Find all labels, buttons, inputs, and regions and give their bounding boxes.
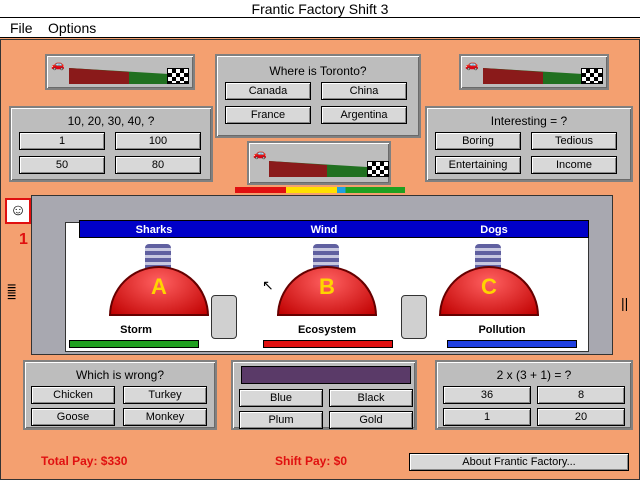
answer-button[interactable]: 50 (19, 156, 105, 174)
question-text: 2 x (3 + 1) = ? (496, 368, 572, 382)
race-ramp-icon (69, 68, 169, 84)
machine-letter: A (151, 274, 167, 299)
lives-count: 1 (19, 231, 28, 248)
answer-button[interactable]: Blue (239, 389, 323, 407)
race-car-icon: 🚗 (253, 148, 267, 160)
answer-button[interactable]: Goose (31, 408, 115, 426)
race-car-icon: 🚗 (51, 59, 65, 71)
answer-button[interactable]: Boring (435, 132, 521, 150)
vent-icon: || (621, 295, 629, 311)
race-meter-left: 🚗 (45, 54, 195, 90)
answer-button[interactable]: China (321, 82, 407, 100)
machine-letter: B (319, 274, 335, 299)
checkered-flag-icon (367, 161, 389, 177)
answer-button[interactable]: Black (329, 389, 413, 407)
answer-button[interactable]: Income (531, 156, 617, 174)
answer-button[interactable]: Monkey (123, 408, 207, 426)
question-panel-geography: Where is Toronto? Canada China France Ar… (215, 54, 421, 138)
mouse-cursor-icon: ↖ (262, 277, 274, 293)
answer-button[interactable]: 1 (19, 132, 105, 150)
hood-label: Dogs (480, 224, 508, 236)
answer-button[interactable]: Entertaining (435, 156, 521, 174)
answer-button[interactable]: Tedious (531, 132, 617, 150)
total-pay: Total Pay: $330 (41, 454, 128, 468)
race-ramp-icon (483, 68, 583, 84)
lever-icon[interactable] (401, 295, 427, 339)
race-ramp-icon (269, 161, 367, 177)
about-button[interactable]: About Frantic Factory... (409, 453, 629, 471)
answer-button[interactable]: France (225, 106, 311, 124)
answer-button[interactable]: Chicken (31, 386, 115, 404)
machine-hood: Sharks Wind Dogs (79, 220, 589, 238)
menu-bar: File Options (0, 18, 640, 38)
window-title: Frantic Factory Shift 3 (0, 0, 640, 18)
answer-button[interactable]: Canada (225, 82, 311, 100)
machine-dome-a[interactable]: A (109, 266, 209, 316)
answer-button[interactable]: 20 (537, 408, 625, 426)
question-text: Which is wrong? (75, 368, 165, 382)
answer-button[interactable]: Turkey (123, 386, 207, 404)
question-panel-sequence: 10, 20, 30, 40, ? 1 100 50 80 (9, 106, 213, 182)
question-text: Interesting = ? (490, 114, 568, 128)
checkered-flag-icon (581, 68, 603, 84)
machine-dome-c[interactable]: C (439, 266, 539, 316)
category-label: Pollution (478, 324, 526, 336)
answer-button[interactable]: 36 (443, 386, 531, 404)
vent-icon: ≡ ≡ (7, 280, 17, 305)
game-area: 🚗 🚗 Where is Toronto? Canada China Franc… (0, 39, 640, 480)
shift-timer-bar (235, 187, 405, 193)
checkered-flag-icon (167, 68, 189, 84)
category-bar-ecosystem (263, 340, 393, 348)
question-panel-odd-one: Which is wrong? Chicken Turkey Goose Mon… (23, 360, 217, 430)
category-label: Storm (120, 324, 152, 336)
color-swatch (241, 366, 411, 384)
answer-button[interactable]: 8 (537, 386, 625, 404)
hood-label: Sharks (135, 224, 173, 236)
answer-button[interactable]: Gold (329, 411, 413, 429)
race-meter-right: 🚗 (459, 54, 609, 90)
machine-letter: C (481, 274, 497, 299)
answer-button[interactable]: Plum (239, 411, 323, 429)
category-bar-pollution (447, 340, 577, 348)
menu-file[interactable]: File (10, 18, 33, 38)
machine-dome-b[interactable]: B (277, 266, 377, 316)
answer-button[interactable]: 1 (443, 408, 531, 426)
menu-options[interactable]: Options (48, 18, 96, 38)
question-panel-synonym: Interesting = ? Boring Tedious Entertain… (425, 106, 633, 182)
question-panel-colors: Blue Black Plum Gold (231, 360, 417, 430)
question-panel-math: 2 x (3 + 1) = ? 36 8 1 20 (435, 360, 633, 430)
race-car-icon: 🚗 (465, 59, 479, 71)
question-text: Where is Toronto? (269, 64, 367, 78)
shift-pay: Shift Pay: $0 (275, 454, 348, 468)
race-meter-center: 🚗 (247, 141, 391, 185)
question-text: 10, 20, 30, 40, ? (67, 114, 155, 128)
category-label: Ecosystem (297, 324, 357, 336)
hood-label: Wind (310, 224, 338, 236)
worker-face-icon: ☺ (5, 198, 31, 224)
category-bar-storm (69, 340, 199, 348)
lever-icon[interactable] (211, 295, 237, 339)
answer-button[interactable]: 100 (115, 132, 201, 150)
answer-button[interactable]: 80 (115, 156, 201, 174)
answer-button[interactable]: Argentina (321, 106, 407, 124)
